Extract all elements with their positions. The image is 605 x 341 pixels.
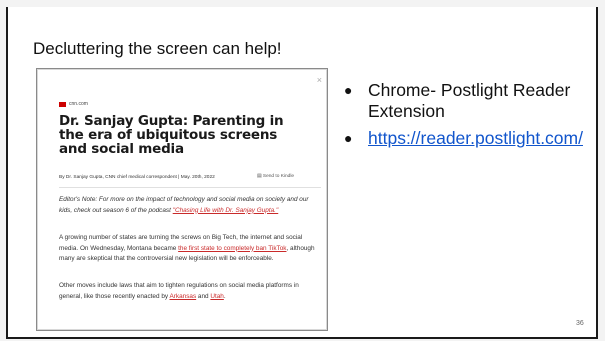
send-to-kindle-button[interactable]: ▤ Send to Kindle	[257, 174, 294, 179]
slide-title: Decluttering the screen can help!	[33, 39, 282, 58]
podcast-link[interactable]: "Chasing Life with Dr. Sanjay Gupta."	[173, 207, 279, 214]
bullet-dot-icon: ●	[344, 82, 353, 98]
reader-url-link[interactable]: https://reader.postlight.com/	[368, 128, 583, 148]
source-label: cnn.com	[69, 101, 88, 107]
cnn-logo-icon	[59, 101, 66, 107]
bullet-list: ● Chrome- Postlight Reader Extension ● h…	[340, 80, 590, 155]
paragraph-2: A growing number of states are turning t…	[59, 233, 319, 265]
bullet-item-url: ● https://reader.postlight.com/	[340, 128, 590, 149]
article-headline: Dr. Sanjay Gupta: Parenting in the era o…	[59, 113, 284, 157]
article-content: cnn.com Dr. Sanjay Gupta: Parenting in t…	[59, 69, 321, 330]
bullet-item-extension: ● Chrome- Postlight Reader Extension	[340, 80, 590, 122]
article-byline: By Dr. Sanjay Gupta, CNN chief medical c…	[59, 175, 215, 180]
slide: Decluttering the screen can help! × cnn.…	[0, 0, 605, 341]
bullet-dot-icon: ●	[344, 130, 353, 146]
divider	[59, 187, 321, 188]
send-to-kindle-label: Send to Kindle	[262, 174, 295, 179]
arkansas-link[interactable]: Arkansas	[170, 293, 197, 300]
top-band	[0, 0, 605, 7]
p3-end: .	[223, 292, 226, 300]
bullet-text: Chrome- Postlight Reader Extension	[368, 80, 571, 121]
tiktok-ban-link[interactable]: the first state to completely ban TikTok	[178, 245, 286, 252]
page-number: 36	[576, 320, 584, 327]
p3-and: and	[196, 292, 211, 300]
editors-note-paragraph: Editor's Note: For more on the impact of…	[59, 195, 319, 216]
article-screenshot: × cnn.com Dr. Sanjay Gupta: Parenting in…	[36, 68, 328, 331]
article-source: cnn.com	[59, 101, 88, 107]
utah-link[interactable]: Utah	[210, 293, 224, 300]
paragraph-3: Other moves include laws that aim to tig…	[59, 281, 319, 302]
